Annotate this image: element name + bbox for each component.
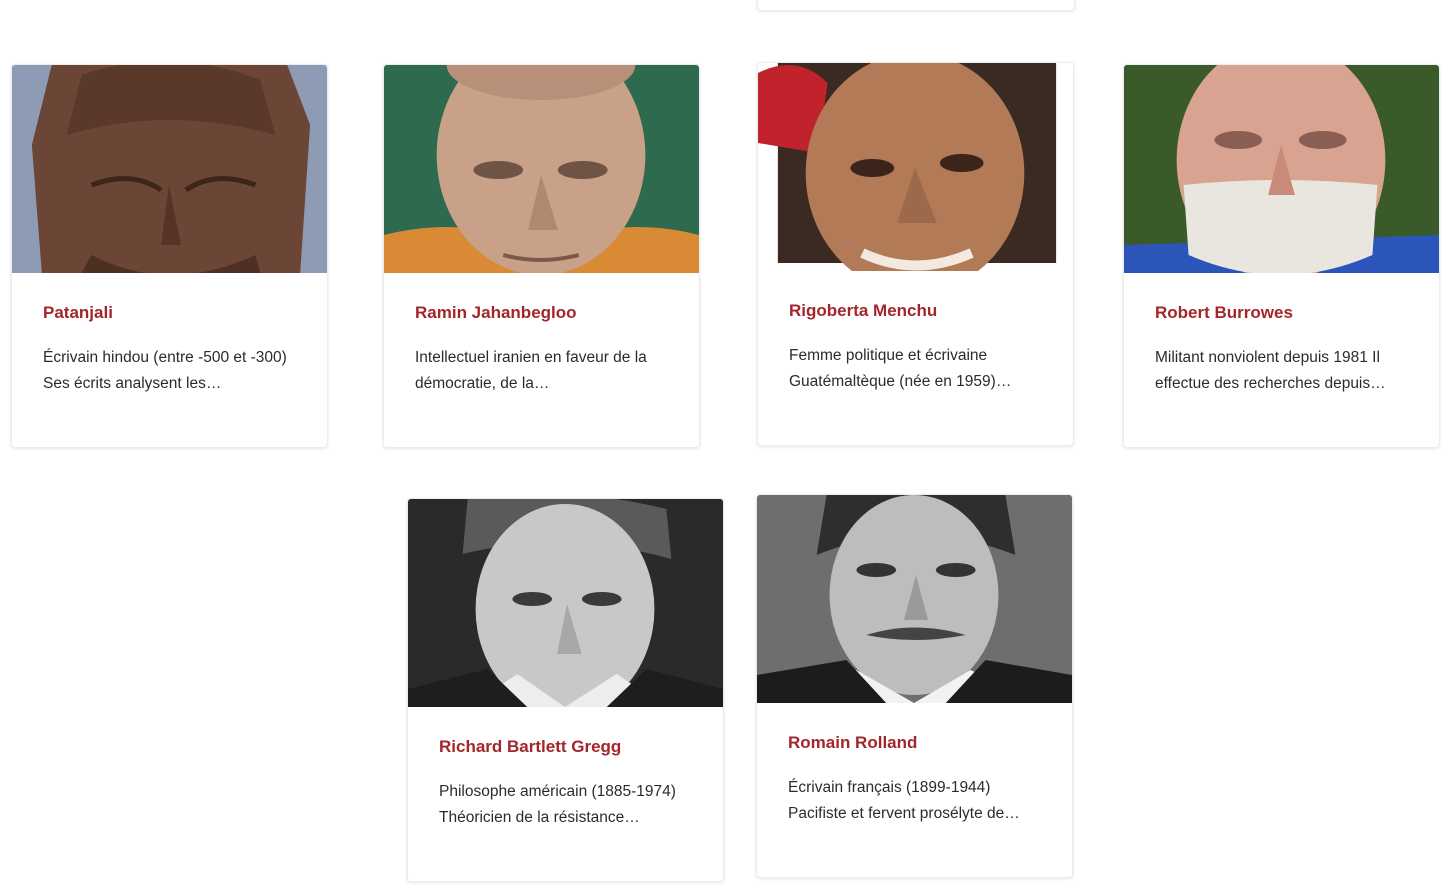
person-name[interactable]: Romain Rolland	[788, 733, 1041, 753]
portrait-image	[408, 499, 723, 707]
portrait-image	[384, 65, 699, 273]
person-card-richard-bartlett-gregg[interactable]: Richard Bartlett Gregg Philosophe améric…	[407, 498, 724, 882]
person-description: Intellectuel iranien en faveur de la dém…	[415, 349, 647, 392]
person-description: Femme politique et écrivaine Guatémaltèq…	[789, 347, 1012, 390]
person-card-patanjali[interactable]: Patanjali Écrivain hindou (entre -500 et…	[11, 64, 328, 448]
portrait-image	[12, 65, 327, 273]
person-name[interactable]: Robert Burrowes	[1155, 303, 1408, 323]
portrait-image	[758, 63, 1073, 271]
portrait-image	[757, 495, 1072, 703]
person-card-romain-rolland[interactable]: Romain Rolland Écrivain français (1899-1…	[756, 494, 1073, 878]
person-description: Philosophe américain (1885-1974) Théoric…	[439, 783, 676, 826]
person-name[interactable]: Patanjali	[43, 303, 296, 323]
person-name[interactable]: Ramin Jahanbegloo	[415, 303, 668, 323]
person-name[interactable]: Richard Bartlett Gregg	[439, 737, 692, 757]
person-description: Écrivain français (1899-1944) Pacifiste …	[788, 779, 1020, 822]
portrait-image	[1124, 65, 1439, 273]
person-description: Écrivain hindou (entre -500 et -300) Ses…	[43, 349, 287, 392]
person-card-robert-burrowes[interactable]: Robert Burrowes Militant nonviolent depu…	[1123, 64, 1440, 448]
card-partial-above[interactable]	[757, 0, 1075, 11]
person-card-ramin-jahanbegloo[interactable]: Ramin Jahanbegloo Intellectuel iranien e…	[383, 64, 700, 448]
person-description: Militant nonviolent depuis 1981 Il effec…	[1155, 349, 1386, 392]
person-card-rigoberta-menchu[interactable]: Rigoberta Menchu Femme politique et écri…	[757, 62, 1074, 446]
person-name[interactable]: Rigoberta Menchu	[789, 301, 1042, 321]
